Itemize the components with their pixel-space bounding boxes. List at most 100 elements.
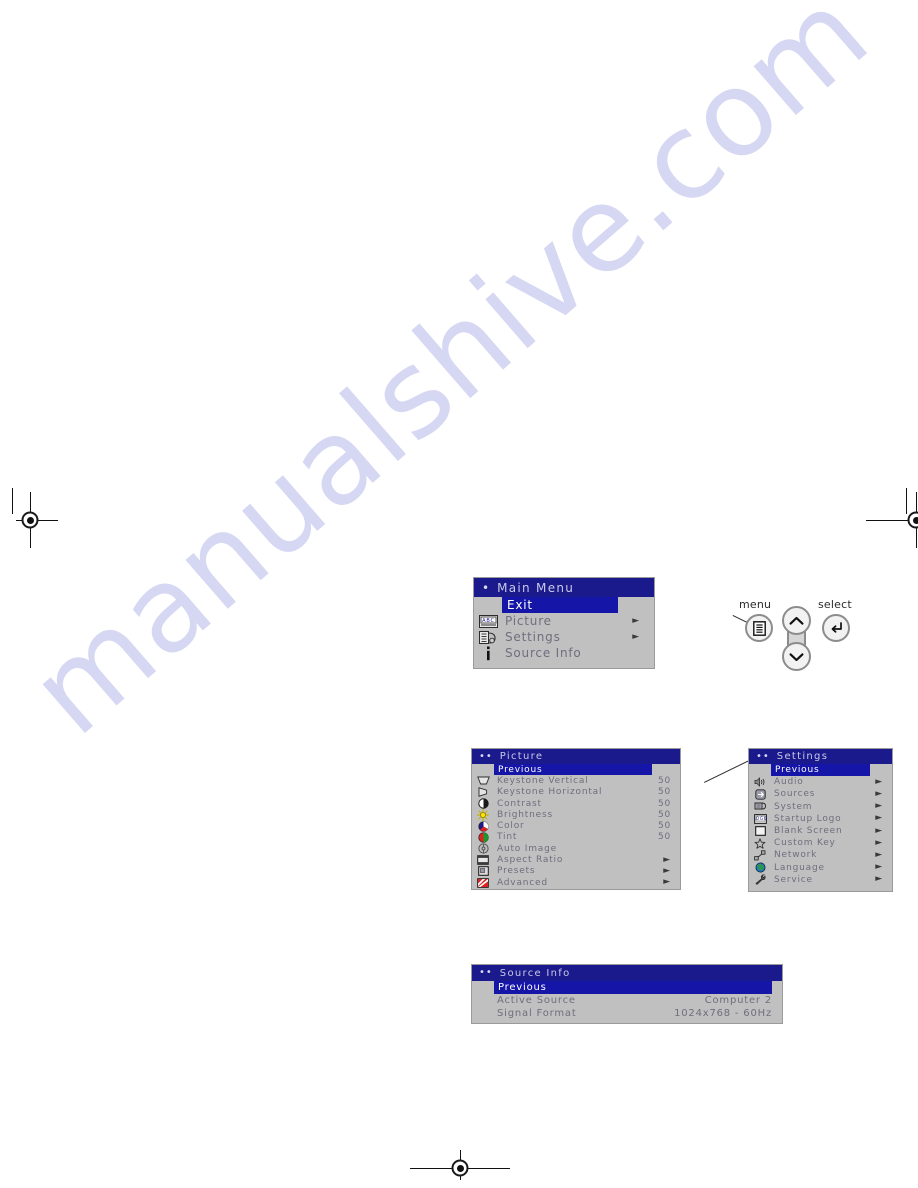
chevron-right-icon: ►	[663, 877, 671, 888]
main-menu-item-source-info[interactable]: Source Info	[474, 645, 654, 661]
wrench-icon	[749, 874, 771, 886]
main-menu-title: Main Menu	[497, 580, 575, 595]
picture-menu-item-label: Tint	[497, 832, 518, 843]
picture-menu-bullet-icon: ••	[479, 750, 493, 762]
picture-menu-item-value: 50	[657, 775, 671, 786]
picture-menu-item-contrast[interactable]: Contrast 50	[472, 798, 680, 809]
settings-menu-title: Settings	[776, 751, 829, 762]
picture-menu-item-tint[interactable]: Tint 50	[472, 832, 680, 843]
picture-menu-item-presets[interactable]: Presets ►	[472, 866, 680, 877]
settings-menu-item-label: Service	[774, 874, 813, 885]
picture-menu-item-aspect-ratio[interactable]: Aspect Ratio ►	[472, 854, 680, 865]
source-info-item-value: 1024x768 - 60Hz	[674, 1008, 772, 1019]
settings-menu-item-network[interactable]: Network ►	[749, 849, 892, 861]
chevron-right-icon: ►	[875, 874, 883, 885]
source-info-item-label: Signal Format	[497, 1008, 577, 1019]
settings-menu-item-audio[interactable]: Audio ►	[749, 776, 892, 788]
chevron-right-icon: ►	[875, 776, 883, 787]
settings-menu-item-label: Custom Key	[774, 838, 836, 849]
advanced-icon	[472, 877, 494, 888]
enter-return-icon	[831, 622, 842, 633]
globe-icon	[749, 862, 771, 873]
picture-menu-item-value: 50	[657, 798, 671, 809]
chevron-up-icon	[789, 616, 804, 625]
trim-line-right	[906, 488, 907, 514]
picture-menu-titlebar: •• Picture	[472, 749, 680, 764]
picture-menu-item-label: Contrast	[497, 798, 542, 809]
chevron-right-icon: ►	[632, 615, 640, 626]
keystone-horizontal-icon	[472, 787, 494, 798]
picture-menu-item-brightness[interactable]: Brightness 50	[472, 808, 680, 821]
picture-menu-item-label: Presets	[497, 866, 536, 877]
star-icon	[749, 838, 771, 849]
picture-menu-item-color[interactable]: Color 50	[472, 820, 680, 832]
settings-menu-item-label: Language	[774, 862, 825, 873]
source-info-menu-panel[interactable]: •• Source Info Previous Active Source Co…	[471, 964, 783, 1024]
settings-menu-item-custom-key[interactable]: Custom Key ►	[749, 837, 892, 849]
picture-menu-item-label: Advanced	[497, 877, 548, 888]
settings-slider-icon	[474, 630, 502, 645]
source-info-item-value: Computer 2	[704, 995, 772, 1006]
main-menu-item-settings[interactable]: Settings ►	[474, 629, 654, 645]
chevron-right-icon: ►	[875, 825, 883, 836]
picture-menu-item-value: 50	[657, 787, 671, 798]
source-info-item-previous[interactable]: Previous	[494, 981, 772, 994]
chevron-right-icon: ►	[875, 837, 883, 848]
settings-menu-titlebar: •• Settings	[749, 749, 892, 764]
menu-button[interactable]	[745, 614, 773, 642]
settings-menu-item-label: Audio	[774, 777, 804, 788]
main-menu-item-label: Settings	[505, 630, 561, 644]
settings-menu-item-blank-screen[interactable]: Blank Screen ►	[749, 825, 892, 837]
source-info-menu-title: Source Info	[499, 967, 571, 979]
registration-mark-left	[2, 492, 58, 548]
picture-menu-item-advanced[interactable]: Advanced ►	[472, 877, 680, 888]
source-info-item-label: Previous	[498, 982, 547, 993]
tint-icon	[472, 832, 494, 843]
settings-menu-panel[interactable]: •• Settings Previous Audio ► Sources ► S…	[748, 748, 893, 892]
settings-menu-item-system[interactable]: System ►	[749, 801, 892, 813]
picture-menu-item-previous[interactable]: Previous	[494, 764, 652, 776]
main-menu-item-picture[interactable]: ABC Picture ►	[474, 613, 654, 629]
source-info-item-label: Active Source	[497, 995, 576, 1006]
settings-menu-item-service[interactable]: Service ►	[749, 874, 892, 886]
up-button[interactable]	[782, 606, 811, 635]
registration-mark-bottom	[410, 1148, 510, 1188]
settings-menu-item-label: Startup Logo	[774, 813, 842, 824]
sources-arrow-icon	[749, 789, 771, 800]
menu-button-label: menu	[739, 598, 772, 611]
chevron-right-icon: ►	[875, 788, 883, 799]
settings-menu-item-startup-logo[interactable]: LOGO Startup Logo ►	[749, 813, 892, 825]
aspect-ratio-icon	[472, 855, 494, 865]
keystone-vertical-icon	[472, 776, 494, 785]
settings-menu-item-language[interactable]: Language ►	[749, 862, 892, 874]
picture-menu-item-label: Keystone Vertical	[497, 775, 589, 786]
picture-menu-item-keystone-horizontal[interactable]: Keystone Horizontal 50	[472, 787, 680, 798]
picture-menu-item-auto-image[interactable]: Auto Image	[472, 843, 680, 854]
main-menu-bullet-icon: •	[482, 580, 491, 595]
picture-menu-item-label: Previous	[498, 764, 543, 775]
main-menu-item-label: Exit	[507, 598, 533, 612]
main-menu-item-exit[interactable]: Exit	[502, 597, 618, 613]
picture-menu-item-label: Auto Image	[497, 843, 557, 854]
picture-menu-item-keystone-vertical[interactable]: Keystone Vertical 50	[472, 775, 680, 786]
picture-menu-panel[interactable]: •• Picture Previous Keystone Vertical 50…	[471, 748, 681, 890]
keypad-illustration: menu select	[730, 592, 870, 678]
picture-menu-item-label: Brightness	[497, 809, 553, 820]
picture-menu-item-value: 50	[657, 809, 671, 820]
contrast-icon	[472, 798, 494, 809]
select-button[interactable]	[822, 614, 850, 642]
registration-mark-right	[866, 492, 918, 548]
blank-screen-icon	[749, 826, 771, 836]
settings-menu-item-previous[interactable]: Previous	[771, 764, 870, 777]
settings-menu-item-sources[interactable]: Sources ►	[749, 788, 892, 800]
chevron-right-icon: ►	[663, 854, 671, 865]
main-menu-list: Exit ABC Picture ► Settings ► Source Inf…	[474, 597, 654, 661]
info-i-icon	[474, 646, 502, 661]
picture-menu-title: Picture	[499, 751, 544, 762]
picture-menu-item-label: Color	[497, 821, 525, 832]
chevron-right-icon: ►	[663, 865, 671, 876]
main-menu-titlebar: • Main Menu	[474, 578, 654, 597]
source-info-menu-list: Previous Active Source Computer 2 Signal…	[472, 981, 782, 1020]
main-menu-panel[interactable]: • Main Menu Exit ABC Picture ► Settings …	[473, 577, 655, 669]
down-button[interactable]	[782, 642, 811, 671]
